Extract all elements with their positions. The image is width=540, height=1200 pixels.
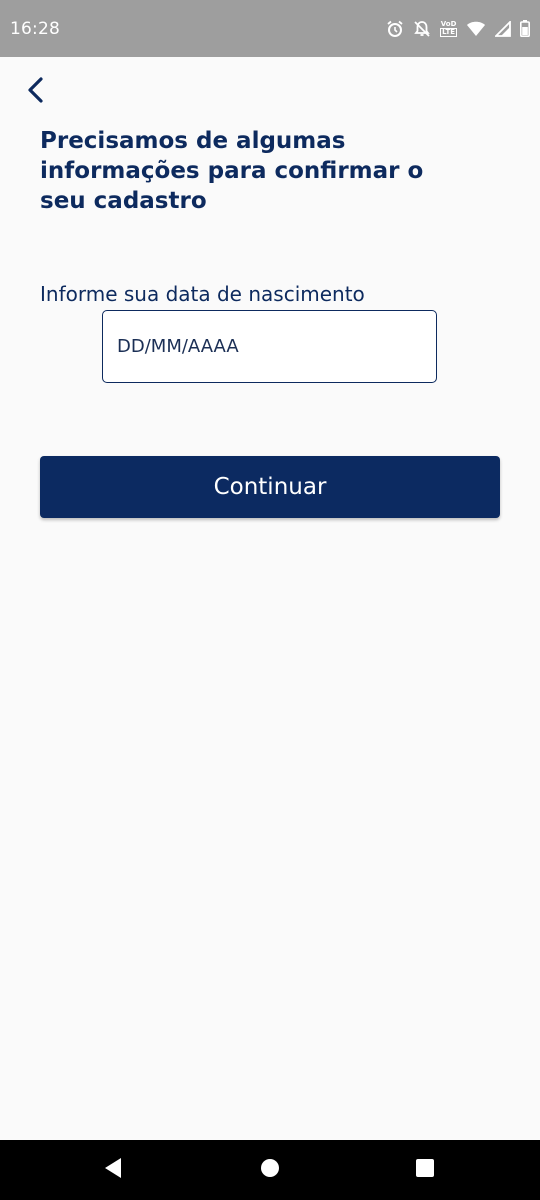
status-bar: 16:28 VoD LTE xyxy=(0,0,540,57)
nav-back-button[interactable] xyxy=(73,1140,153,1200)
back-button[interactable] xyxy=(18,74,54,110)
continue-button[interactable]: Continuar xyxy=(40,456,500,518)
cell-signal-icon xyxy=(495,20,511,37)
nav-recents-button[interactable] xyxy=(385,1140,465,1200)
battery-icon xyxy=(520,20,530,37)
back-triangle-icon xyxy=(103,1157,123,1183)
chevron-left-icon xyxy=(26,77,46,107)
wifi-icon xyxy=(466,21,486,37)
alarm-icon xyxy=(386,20,404,38)
recents-square-icon xyxy=(415,1158,435,1182)
nav-home-button[interactable] xyxy=(230,1140,310,1200)
birthdate-input[interactable] xyxy=(102,310,437,383)
volte-top-text: VoD xyxy=(440,20,457,28)
volte-bottom-text: LTE xyxy=(440,28,457,37)
notifications-off-icon xyxy=(413,20,431,38)
volte-icon: VoD LTE xyxy=(440,20,457,37)
home-circle-icon xyxy=(260,1158,280,1182)
page-title: Precisamos de algumas informações para c… xyxy=(40,128,424,214)
birthdate-label: Informe sua data de nascimento xyxy=(40,282,365,306)
status-icons: VoD LTE xyxy=(386,20,530,38)
status-time: 16:28 xyxy=(10,18,60,39)
system-nav-bar xyxy=(0,1140,540,1200)
